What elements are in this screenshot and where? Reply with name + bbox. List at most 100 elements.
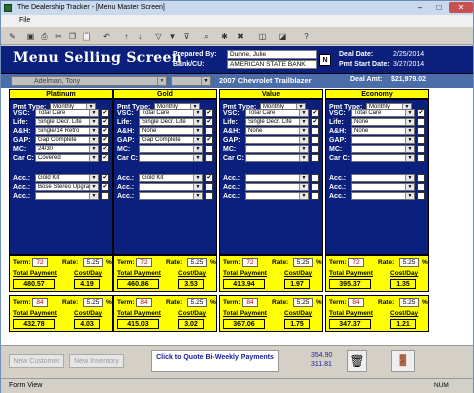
acc3-select[interactable]: ▼ — [35, 192, 99, 200]
chevron-down-icon[interactable]: ▼ — [193, 128, 202, 134]
acc2-checkbox[interactable] — [417, 183, 425, 191]
chevron-down-icon[interactable]: ▼ — [89, 137, 98, 143]
carc-checkbox[interactable]: ✔ — [101, 154, 109, 162]
gap-checkbox[interactable] — [417, 136, 425, 144]
filter-form-icon[interactable]: ▼ — [167, 31, 178, 42]
chevron-down-icon[interactable]: ▼ — [89, 175, 98, 181]
acc3-select[interactable]: ▼ — [351, 192, 415, 200]
vsc-select[interactable]: Total Care ▼ — [351, 109, 415, 117]
rate-field[interactable]: 5.25 — [399, 258, 419, 267]
chevron-down-icon[interactable]: ▼ — [89, 128, 98, 134]
acc2-select[interactable]: ▼ — [351, 183, 415, 191]
sort-descending-icon[interactable]: ↓ — [135, 31, 146, 42]
term-field[interactable]: 72 — [348, 258, 364, 267]
chevron-down-icon[interactable]: ▼ — [299, 175, 308, 181]
term-field[interactable]: 72 — [32, 258, 48, 267]
deal-date-value[interactable]: 2/25/2014 — [393, 51, 424, 58]
gap-checkbox[interactable]: ✔ — [205, 136, 213, 144]
paste-icon[interactable]: 📋 — [81, 31, 92, 42]
secondary-select[interactable]: ▼ — [171, 76, 211, 86]
rate-field[interactable]: 5.25 — [187, 298, 207, 307]
filter-icon[interactable]: ▽ — [153, 31, 164, 42]
chevron-down-icon[interactable]: ▼ — [89, 110, 98, 116]
chevron-down-icon[interactable]: ▼ — [201, 77, 210, 85]
carc-checkbox[interactable] — [311, 154, 319, 162]
vsc-select[interactable]: Total Care ▼ — [245, 109, 309, 117]
new-record-icon[interactable]: ✱ — [219, 31, 230, 42]
chevron-down-icon[interactable]: ▼ — [299, 128, 308, 134]
chevron-down-icon[interactable]: ▼ — [405, 110, 414, 116]
carc-checkbox[interactable] — [417, 154, 425, 162]
chevron-down-icon[interactable]: ▼ — [299, 119, 308, 125]
mc-select[interactable]: ▼ — [351, 145, 415, 153]
vsc-checkbox[interactable]: ✔ — [417, 109, 425, 117]
gap-select[interactable]: ▼ — [351, 136, 415, 144]
acc2-checkbox[interactable] — [311, 183, 319, 191]
rate-field[interactable]: 5.25 — [83, 258, 103, 267]
chevron-down-icon[interactable]: ▼ — [405, 146, 414, 152]
chevron-down-icon[interactable]: ▼ — [157, 77, 166, 85]
ah-select[interactable]: Single/14 Retro ▼ — [35, 127, 99, 135]
chevron-down-icon[interactable]: ▼ — [405, 175, 414, 181]
new-object-icon[interactable]: ◪ — [277, 31, 288, 42]
life-select[interactable]: None ▼ — [351, 118, 415, 126]
acc2-select[interactable]: ▼ — [139, 183, 203, 191]
bank-field[interactable]: AMERICAN STATE BANK — [227, 60, 317, 69]
chevron-down-icon[interactable]: ▼ — [299, 155, 308, 161]
rate-field[interactable]: 5.25 — [399, 298, 419, 307]
acc1-checkbox[interactable] — [311, 174, 319, 182]
gap-select[interactable]: ▼ — [245, 136, 309, 144]
n-button[interactable]: N — [319, 54, 331, 66]
help-icon[interactable]: ? — [301, 31, 312, 42]
pmt-start-value[interactable]: 3/27/2014 — [393, 61, 424, 68]
term-field[interactable]: 72 — [242, 258, 258, 267]
life-checkbox[interactable]: ✔ — [311, 118, 319, 126]
undo-icon[interactable]: ↶ — [101, 31, 112, 42]
ah-checkbox[interactable] — [311, 127, 319, 135]
rate-field[interactable]: 5.25 — [293, 258, 313, 267]
maximize-button[interactable]: □ — [430, 2, 448, 13]
gap-checkbox[interactable] — [311, 136, 319, 144]
vsc-checkbox[interactable]: ✔ — [311, 109, 319, 117]
prepared-by-field[interactable]: Dunne, Julie — [227, 50, 317, 59]
chevron-down-icon[interactable]: ▼ — [193, 137, 202, 143]
print-icon[interactable]: ⎙ — [39, 31, 50, 42]
acc1-checkbox[interactable]: ✔ — [101, 174, 109, 182]
carc-select[interactable]: Covered ▼ — [35, 154, 99, 162]
close-button[interactable]: ✕ — [449, 2, 473, 13]
gap-select[interactable]: Gap Complete ▼ — [35, 136, 99, 144]
form-design-icon[interactable]: ✎ — [7, 31, 18, 42]
acc2-checkbox[interactable]: ✔ — [101, 183, 109, 191]
vsc-select[interactable]: Total Care ▼ — [35, 109, 99, 117]
carc-select[interactable]: ▼ — [139, 154, 203, 162]
rate-field[interactable]: 5.25 — [187, 258, 207, 267]
chevron-down-icon[interactable]: ▼ — [405, 119, 414, 125]
chevron-down-icon[interactable]: ▼ — [405, 184, 414, 190]
life-checkbox[interactable] — [417, 118, 425, 126]
chevron-down-icon[interactable]: ▼ — [193, 110, 202, 116]
acc3-select[interactable]: ▼ — [245, 192, 309, 200]
mc-checkbox[interactable]: ✔ — [101, 145, 109, 153]
term-field[interactable]: 84 — [348, 298, 364, 307]
gap-select[interactable]: Gap Complete ▼ — [139, 136, 203, 144]
find-icon[interactable]: ⌕ — [201, 31, 212, 42]
mc-checkbox[interactable] — [417, 145, 425, 153]
chevron-down-icon[interactable]: ▼ — [89, 146, 98, 152]
carc-select[interactable]: ▼ — [351, 154, 415, 162]
ah-select[interactable]: None ▼ — [139, 127, 203, 135]
mc-checkbox[interactable] — [311, 145, 319, 153]
ah-select[interactable]: None ▼ — [351, 127, 415, 135]
chevron-down-icon[interactable]: ▼ — [89, 155, 98, 161]
mc-select[interactable]: ▼ — [245, 145, 309, 153]
carc-checkbox[interactable] — [205, 154, 213, 162]
new-inventory-button[interactable]: New Inventory — [69, 354, 124, 368]
acc3-select[interactable]: ▼ — [139, 192, 203, 200]
rate-field[interactable]: 5.25 — [293, 298, 313, 307]
menu-file[interactable]: File — [19, 15, 30, 27]
chevron-down-icon[interactable]: ▼ — [193, 155, 202, 161]
term-field[interactable]: 84 — [32, 298, 48, 307]
exit-door-icon[interactable]: 🚪 — [391, 350, 415, 372]
chevron-down-icon[interactable]: ▼ — [299, 184, 308, 190]
life-select[interactable]: Single Decr. Life ▼ — [139, 118, 203, 126]
life-select[interactable]: Single Decr. Life ▼ — [245, 118, 309, 126]
